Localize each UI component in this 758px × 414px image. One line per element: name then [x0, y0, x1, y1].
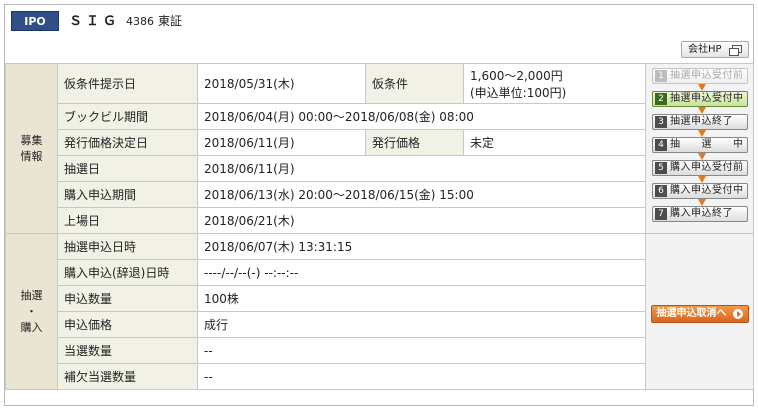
provisional-date-label: 仮条件提示日 — [57, 63, 198, 104]
provisional-price-label: 仮条件 — [365, 63, 464, 104]
step-arrow-icon — [698, 199, 706, 206]
cancel-lottery-button[interactable]: 抽選申込取消へ — [650, 304, 749, 323]
step-number: 3 — [655, 116, 667, 128]
stock-code: 4386 — [126, 15, 155, 28]
status-step: 2 抽選申込受付中 — [652, 91, 748, 107]
ipo-header: IPO ＳＩＧ 4386 東証 会社HP — [5, 5, 753, 63]
status-step: 3 抽選申込終了 — [652, 114, 748, 130]
bookbuild-value: 2018/06/04(月) 00:00～2018/06/08(金) 08:00 — [197, 103, 646, 130]
ipo-panel: IPO ＳＩＧ 4386 東証 会社HP 募集 情報 仮条件提示日 2018/05/3… — [4, 4, 754, 406]
purchase-period-label: 購入申込期間 — [57, 181, 198, 208]
company-hp-button[interactable]: 会社HP — [681, 41, 749, 58]
action-cell: 抽選申込取消へ — [645, 233, 754, 390]
status-step: 6 購入申込受付中 — [652, 183, 748, 199]
purchase-apply-value: ----/--/--(-) --:--:-- — [197, 259, 646, 286]
listing-date-value: 2018/06/21(木) — [197, 207, 646, 234]
step-number: 1 — [655, 70, 667, 82]
provisional-date-value: 2018/05/31(木) — [197, 63, 366, 104]
step-number: 2 — [655, 93, 667, 105]
apply-price-value: 成行 — [197, 311, 646, 338]
arrow-right-icon — [732, 308, 743, 319]
listing-date-label: 上場日 — [57, 207, 198, 234]
step-number: 6 — [655, 185, 667, 197]
step-label: 購入申込受付中 — [670, 185, 744, 196]
step-label: 抽選申込終了 — [670, 116, 733, 127]
provisional-price-value: 1,600～2,000円 (申込単位:100円) — [463, 63, 646, 104]
won-quantity-value: -- — [197, 337, 646, 364]
lottery-apply-label: 抽選申込日時 — [57, 233, 198, 260]
ipo-badge: IPO — [11, 11, 59, 31]
status-steps: 1 抽選申込受付前 2 抽選申込受付中 3 抽選申込終了 4 抽 選 中 5 購入申込受付前 6 購入… — [645, 63, 754, 234]
apply-price-label: 申込価格 — [57, 311, 198, 338]
price-decide-date-value: 2018/06/11(月) — [197, 129, 366, 156]
step-label: 抽選申込受付前 — [670, 70, 744, 81]
step-arrow-icon — [698, 130, 706, 137]
bookbuild-label: ブックビル期間 — [57, 103, 198, 130]
purchase-period-value: 2018/06/13(水) 20:00～2018/06/15(金) 15:00 — [197, 181, 646, 208]
lottery-date-label: 抽選日 — [57, 155, 198, 182]
quantity-value: 100株 — [197, 285, 646, 312]
application-group-label: 抽選・購入 — [5, 233, 58, 390]
step-label: 購入申込受付前 — [670, 162, 744, 173]
external-window-icon — [729, 45, 742, 56]
step-arrow-icon — [698, 107, 706, 114]
status-step: 4抽 選 中 — [652, 137, 748, 153]
issue-price-value: 未定 — [463, 129, 646, 156]
offering-group-label: 募集 情報 — [5, 63, 58, 234]
purchase-apply-label: 購入申込(辞退)日時 — [57, 259, 198, 286]
step-label: 抽 選 中 — [670, 139, 744, 150]
company-hp-label: 会社HP — [688, 44, 722, 55]
backup-quantity-label: 補欠当選数量 — [57, 363, 198, 390]
step-arrow-icon — [698, 84, 706, 91]
step-number: 4 — [655, 139, 667, 151]
lottery-apply-value: 2018/06/07(木) 13:31:15 — [197, 233, 646, 260]
won-quantity-label: 当選数量 — [57, 337, 198, 364]
quantity-label: 申込数量 — [57, 285, 198, 312]
step-number: 5 — [655, 162, 667, 174]
price-decide-date-label: 発行価格決定日 — [57, 129, 198, 156]
step-label: 購入申込終了 — [670, 208, 733, 219]
company-name: ＳＩＧ — [69, 14, 121, 29]
backup-quantity-value: -- — [197, 363, 646, 390]
step-arrow-icon — [698, 176, 706, 183]
cancel-lottery-label: 抽選申込取消へ — [656, 307, 727, 319]
lottery-date-value: 2018/06/11(月) — [197, 155, 646, 182]
ipo-detail-table: 募集 情報 仮条件提示日 2018/05/31(木) 仮条件 1,600～2,00… — [5, 63, 754, 390]
company-title: ＳＩＧ 4386 東証 — [69, 12, 182, 31]
step-arrow-icon — [698, 153, 706, 160]
status-step: 5 購入申込受付前 — [652, 160, 748, 176]
issue-price-label: 発行価格 — [365, 129, 464, 156]
step-number: 7 — [655, 208, 667, 220]
step-label: 抽選申込受付中 — [670, 93, 744, 104]
status-step: 7 購入申込終了 — [652, 206, 748, 222]
status-step: 1 抽選申込受付前 — [652, 68, 748, 84]
market-name: 東証 — [158, 14, 183, 28]
